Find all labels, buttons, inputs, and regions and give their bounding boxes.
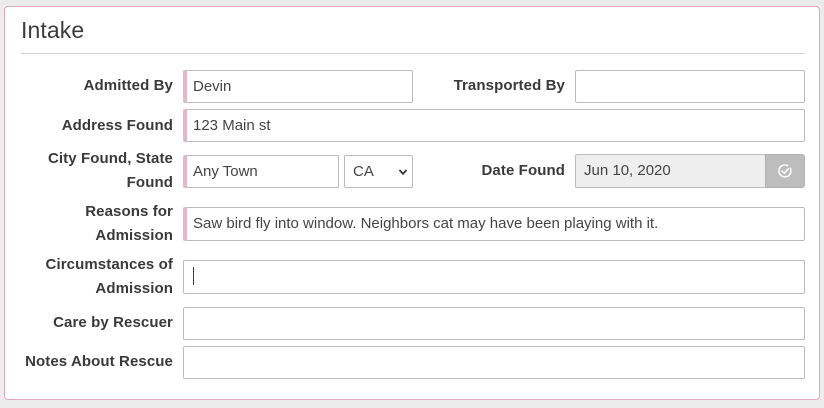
city-state-label-line1: City Found, State (47, 150, 173, 167)
reasons-label-line2: Admission (95, 227, 173, 244)
reasons-input[interactable]: Saw bird fly into window. Neighbors cat … (183, 207, 805, 241)
circumstances-label-line1: Circumstances of (45, 256, 173, 273)
text-cursor (193, 267, 194, 286)
check-circle-icon (778, 164, 792, 178)
address-found-input[interactable]: 123 Main st (183, 109, 805, 142)
chevron-down-icon (398, 169, 408, 176)
state-select-value: CA (353, 163, 374, 180)
care-by-rescuer-label: Care by Rescuer (53, 314, 173, 331)
panel-title: Intake (21, 17, 85, 43)
state-select[interactable]: CA (344, 155, 413, 188)
date-found-input[interactable]: Jun 10, 2020 (575, 154, 767, 188)
circumstances-input[interactable] (183, 260, 805, 294)
date-found-label: Date Found (481, 162, 565, 179)
title-divider (21, 53, 805, 54)
reasons-label: Reasons for Admission (25, 200, 173, 248)
reasons-label-line1: Reasons for (85, 203, 173, 220)
city-found-input[interactable]: Any Town (183, 155, 339, 188)
city-state-label-line2: Found (126, 174, 173, 191)
circumstances-label-line2: Admission (95, 280, 173, 297)
notes-about-rescue-input[interactable] (183, 346, 805, 379)
calendar-button[interactable] (765, 154, 805, 188)
admitted-by-label: Admitted By (83, 77, 173, 94)
intake-panel: Intake Admitted By Devin Transported By … (4, 6, 820, 400)
care-by-rescuer-input[interactable] (183, 307, 805, 340)
admitted-by-input[interactable]: Devin (183, 70, 413, 103)
notes-about-rescue-label: Notes About Rescue (25, 353, 173, 370)
city-state-label: City Found, State Found (25, 147, 173, 195)
circumstances-label: Circumstances of Admission (25, 253, 173, 301)
address-found-label: Address Found (61, 117, 173, 134)
transported-by-input[interactable] (575, 70, 805, 103)
transported-by-label: Transported By (453, 77, 565, 94)
